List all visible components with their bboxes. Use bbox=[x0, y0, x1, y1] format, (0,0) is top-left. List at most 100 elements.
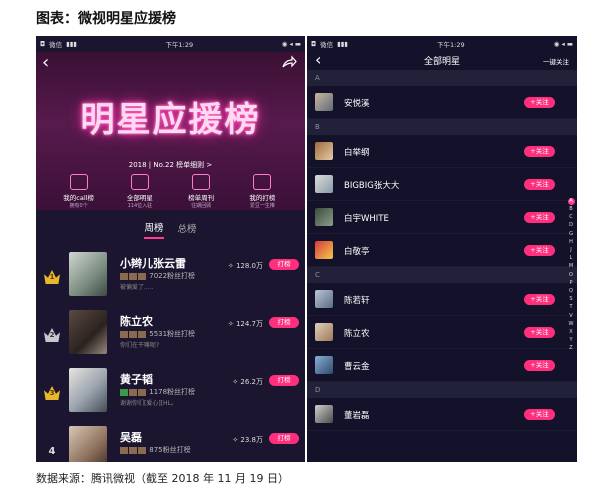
list-item[interactable]: 白敬亭 +关注 bbox=[307, 234, 577, 267]
alphabet-letter[interactable]: S bbox=[569, 295, 572, 303]
follow-button[interactable]: +关注 bbox=[524, 409, 555, 420]
all-stars-screen: ◘ 微信 ▮▮▮ 下午1:29 ◉ ◂ ▬ ‹ 全部明星 一键关注 A 安悦溪 … bbox=[307, 36, 577, 462]
alphabet-letter[interactable]: J bbox=[570, 246, 571, 254]
nav-header: ‹ 全部明星 一键关注 bbox=[307, 50, 577, 70]
alphabet-letter[interactable]: X bbox=[569, 328, 572, 336]
hero-title: 明星应援榜 bbox=[80, 100, 261, 140]
avatar bbox=[315, 241, 333, 259]
alphabet-letter[interactable]: O bbox=[569, 271, 573, 279]
vote-score: ✧ 23.8万 bbox=[232, 436, 263, 444]
ranking-screen: ◘ 微信 ▮▮▮ 下午1:29 ◉ ◂ ▬ ‹ 明星应援榜 2018 | No.… bbox=[36, 36, 305, 462]
tab-total[interactable]: 总榜 bbox=[178, 221, 197, 238]
star-name: 陈立农 bbox=[120, 315, 153, 328]
alphabet-index[interactable]: ABCDGHJLMOPQSTVWXYZ bbox=[567, 198, 575, 353]
alphabet-letter[interactable]: Y bbox=[569, 336, 572, 344]
figure-title: 图表：微视明星应援榜 bbox=[36, 11, 176, 27]
nav-my-votes[interactable]: 我的打榜 爱豆一生推 bbox=[234, 174, 290, 209]
nav-all-stars[interactable]: 全部明星 114位入驻 bbox=[112, 174, 168, 209]
megaphone-icon bbox=[69, 174, 88, 190]
star-name: 白举纲 bbox=[344, 148, 370, 158]
star-photo bbox=[69, 368, 107, 412]
follow-button[interactable]: +关注 bbox=[524, 245, 555, 256]
list-item[interactable]: 陈若轩 +关注 bbox=[307, 283, 577, 316]
section-header: D bbox=[307, 382, 577, 398]
alphabet-letter[interactable]: H bbox=[569, 238, 573, 246]
vote-button[interactable]: 打榜 bbox=[269, 259, 299, 270]
list-item[interactable]: 白宇WHITE +关注 bbox=[307, 201, 577, 234]
list-item[interactable]: 安悦溪 +关注 bbox=[307, 86, 577, 119]
nav-my-call[interactable]: 我的call榜 拥有0个 bbox=[51, 174, 107, 209]
hero-nav: 我的call榜 拥有0个 全部明星 114位入驻 榜单周刊 往期回顾 我的打榜 … bbox=[36, 174, 305, 209]
silver-crown-icon: 2 bbox=[44, 328, 60, 342]
nav-label: 我的打榜 bbox=[249, 194, 276, 202]
vote-button[interactable]: 打榜 bbox=[269, 317, 299, 328]
crown-icon bbox=[253, 174, 272, 190]
alphabet-letter[interactable]: C bbox=[569, 213, 573, 221]
star-message: 你们在干嘛呢? bbox=[120, 342, 160, 349]
alphabet-letter[interactable]: V bbox=[569, 312, 572, 320]
nav-weekly[interactable]: 榜单周刊 往期回顾 bbox=[173, 174, 229, 209]
avatar bbox=[315, 405, 333, 423]
figure-source: 数据来源：腾讯微视（截至 2018 年 11 月 19 日） bbox=[36, 472, 289, 485]
alphabet-letter[interactable]: G bbox=[569, 230, 573, 238]
list-item[interactable]: 曹云金 +关注 bbox=[307, 349, 577, 382]
tab-weekly[interactable]: 周榜 bbox=[144, 220, 164, 239]
ranking-row[interactable]: 4 吴磊 875粉丝打榜 ✧ 23.8万 打榜 bbox=[36, 418, 305, 462]
vote-button[interactable]: 打榜 bbox=[269, 433, 299, 444]
follow-button[interactable]: +关注 bbox=[524, 179, 555, 190]
avatar bbox=[315, 142, 333, 160]
list-item[interactable]: 白举纲 +关注 bbox=[307, 135, 577, 168]
avatar bbox=[315, 356, 333, 374]
people-icon bbox=[130, 174, 149, 190]
nav-label: 全部明星 bbox=[126, 194, 153, 202]
issue-rules-link[interactable]: 2018 | No.22 榜单细则 > bbox=[36, 160, 305, 170]
alphabet-letter[interactable]: Z bbox=[569, 344, 572, 352]
share-icon[interactable] bbox=[281, 54, 297, 70]
follow-button[interactable]: +关注 bbox=[524, 327, 555, 338]
alphabet-letter[interactable]: M bbox=[569, 262, 573, 270]
nav-sublabel: 爱豆一生推 bbox=[249, 203, 275, 209]
follow-button[interactable]: +关注 bbox=[524, 212, 555, 223]
ranking-row[interactable]: 2 陈立农 5531粉丝打榜 你们在干嘛呢? ✧ 124.7万 打榜 bbox=[36, 302, 305, 360]
ranking-list: 1 小辫儿张云雷 7022粉丝打榜 被偏爱了..... ✧ 128.0万 打榜 … bbox=[36, 244, 305, 462]
ranking-row[interactable]: 1 小辫儿张云雷 7022粉丝打榜 被偏爱了..... ✧ 128.0万 打榜 bbox=[36, 244, 305, 302]
rank-tabs: 周榜 总榜 bbox=[36, 214, 305, 244]
ranking-row[interactable]: 3 黄子韬 1178粉丝打榜 谢谢你们[爱心][HL。 ✧ 26.2万 打榜 bbox=[36, 360, 305, 418]
follow-button[interactable]: +关注 bbox=[524, 97, 555, 108]
list-item[interactable]: 陈立农 +关注 bbox=[307, 316, 577, 349]
section-header: B bbox=[307, 119, 577, 135]
avatar bbox=[315, 290, 333, 308]
list-item[interactable]: BIGBIG张大大 +关注 bbox=[307, 168, 577, 201]
vote-button[interactable]: 打榜 bbox=[269, 375, 299, 386]
star-message: 谢谢你们[爱心][HL。 bbox=[120, 400, 177, 407]
follow-button[interactable]: +关注 bbox=[524, 360, 555, 371]
alphabet-letter[interactable]: T bbox=[569, 303, 572, 311]
alphabet-letter[interactable]: W bbox=[569, 320, 574, 328]
status-time: 下午1:29 bbox=[165, 41, 194, 49]
star-name: 小辫儿张云雷 bbox=[120, 257, 186, 270]
rank-number: 4 bbox=[48, 445, 56, 457]
signal-icon: ▮▮▮ bbox=[66, 40, 77, 48]
nav-sublabel: 往期回顾 bbox=[191, 203, 212, 209]
follow-button[interactable]: +关注 bbox=[524, 146, 555, 157]
alphabet-letter[interactable]: B bbox=[569, 205, 572, 213]
follow-all-button[interactable]: 一键关注 bbox=[543, 56, 569, 66]
alphabet-letter[interactable]: D bbox=[569, 221, 573, 229]
hero-banner: ‹ 明星应援榜 2018 | No.22 榜单细则 > 我的call榜 拥有0个… bbox=[36, 52, 305, 210]
follow-button[interactable]: +关注 bbox=[524, 294, 555, 305]
list-item[interactable]: 董岩磊 +关注 bbox=[307, 398, 577, 431]
magazine-icon bbox=[192, 174, 211, 190]
alphabet-letter[interactable]: A bbox=[567, 198, 575, 205]
status-time: 下午1:29 bbox=[437, 41, 465, 49]
page-title: 全部明星 bbox=[423, 57, 460, 67]
star-name: 白敬亭 bbox=[344, 247, 370, 257]
carrier-label: 微信 bbox=[320, 41, 334, 49]
alphabet-letter[interactable]: L bbox=[570, 254, 573, 262]
alphabet-letter[interactable]: Q bbox=[569, 287, 573, 295]
section-header: C bbox=[307, 267, 577, 283]
back-icon[interactable]: ‹ bbox=[42, 52, 49, 73]
alphabet-letter[interactable]: P bbox=[569, 279, 572, 287]
nav-label: 我的call榜 bbox=[63, 194, 94, 202]
fans-count: 1178粉丝打榜 bbox=[120, 387, 195, 397]
star-name: 陈若轩 bbox=[344, 296, 370, 306]
